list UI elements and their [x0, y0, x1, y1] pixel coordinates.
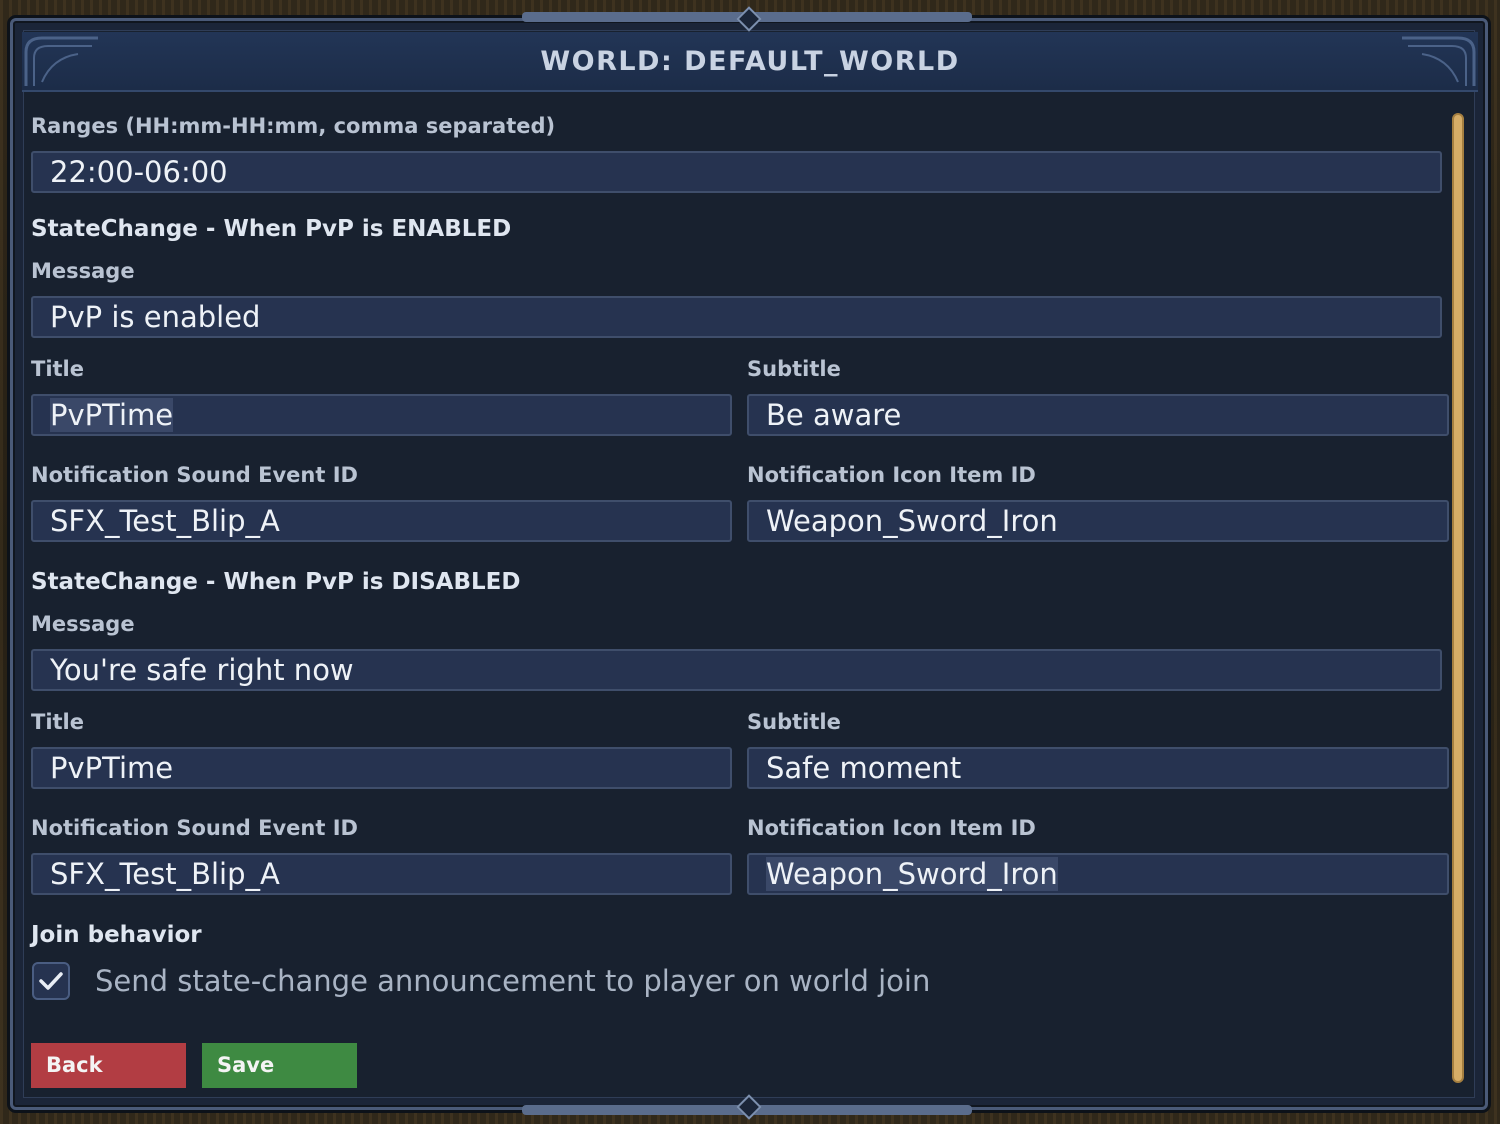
- settings-form: Ranges (HH:mm-HH:mm, comma separated) 22…: [22, 92, 1450, 1092]
- ranges-label: Ranges (HH:mm-HH:mm, comma separated): [31, 114, 556, 138]
- vertical-scrollbar[interactable]: [1452, 113, 1464, 1083]
- corner-ornament-left-icon: [24, 36, 98, 86]
- enabled-sound-input[interactable]: SFX_Test_Blip_A: [31, 500, 732, 542]
- disabled-message-input[interactable]: You're safe right now: [31, 649, 1442, 691]
- enabled-icon-input[interactable]: Weapon_Sword_Iron: [747, 500, 1449, 542]
- enabled-icon-label: Notification Icon Item ID: [747, 463, 1036, 487]
- join-announcement-checkbox[interactable]: [32, 962, 70, 1000]
- enabled-title-label: Title: [31, 357, 85, 381]
- disabled-sound-input[interactable]: SFX_Test_Blip_A: [31, 853, 732, 895]
- disabled-icon-label: Notification Icon Item ID: [747, 816, 1036, 840]
- enabled-title-input[interactable]: PvPTime: [31, 394, 732, 436]
- back-button[interactable]: Back: [31, 1043, 186, 1088]
- disabled-section-title: StateChange - When PvP is DISABLED: [31, 569, 521, 595]
- join-section-title: Join behavior: [31, 922, 202, 948]
- join-announcement-label[interactable]: Send state-change announcement to player…: [95, 964, 930, 998]
- disabled-icon-value: Weapon_Sword_Iron: [766, 857, 1058, 891]
- dialog-title: WORLD: DEFAULT_WORLD: [540, 45, 960, 77]
- dialog-header: WORLD: DEFAULT_WORLD: [22, 32, 1478, 92]
- checkmark-icon: [39, 972, 63, 990]
- enabled-title-value: PvPTime: [50, 398, 174, 432]
- enabled-sound-label: Notification Sound Event ID: [31, 463, 358, 487]
- disabled-title-input[interactable]: PvPTime: [31, 747, 732, 789]
- enabled-message-input[interactable]: PvP is enabled: [31, 296, 1442, 338]
- enabled-subtitle-label: Subtitle: [747, 357, 841, 381]
- corner-ornament-right-icon: [1402, 36, 1476, 86]
- enabled-section-title: StateChange - When PvP is ENABLED: [31, 216, 512, 242]
- enabled-subtitle-input[interactable]: Be aware: [747, 394, 1449, 436]
- disabled-icon-input[interactable]: Weapon_Sword_Iron: [747, 853, 1449, 895]
- ranges-input[interactable]: 22:00-06:00: [31, 151, 1442, 193]
- save-button[interactable]: Save: [202, 1043, 357, 1088]
- disabled-message-label: Message: [31, 612, 135, 636]
- disabled-sound-label: Notification Sound Event ID: [31, 816, 358, 840]
- disabled-title-label: Title: [31, 710, 85, 734]
- enabled-message-label: Message: [31, 259, 135, 283]
- disabled-subtitle-label: Subtitle: [747, 710, 841, 734]
- disabled-subtitle-input[interactable]: Safe moment: [747, 747, 1449, 789]
